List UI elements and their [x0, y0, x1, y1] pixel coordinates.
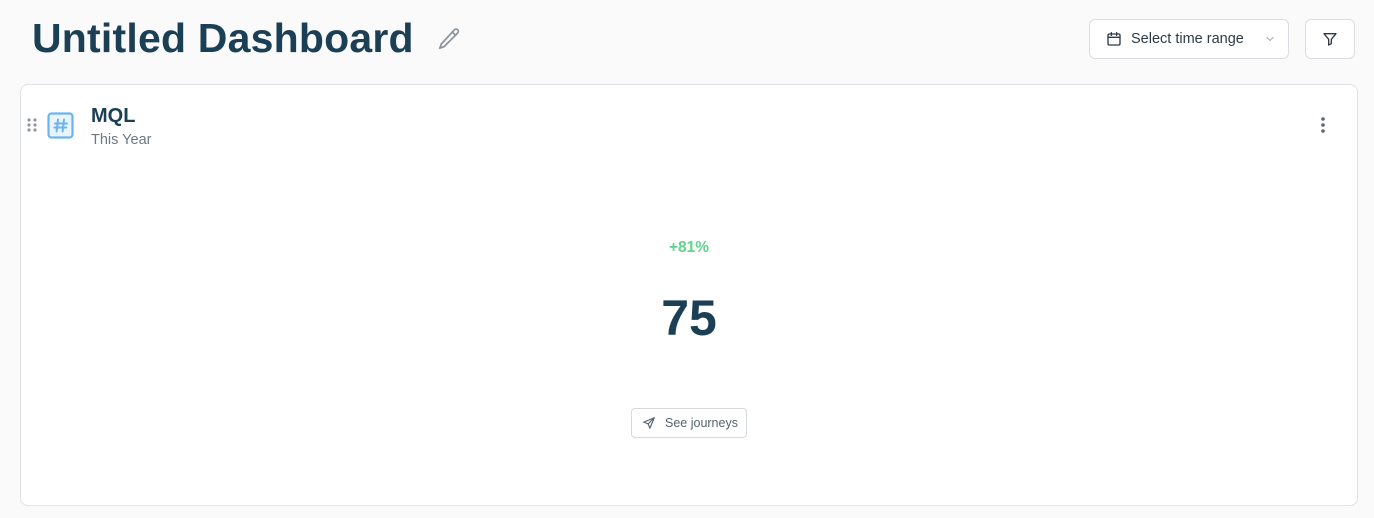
edit-title-button[interactable] — [434, 24, 464, 54]
filter-icon — [1323, 33, 1337, 46]
see-journeys-button[interactable]: See journeys — [631, 408, 747, 438]
more-vertical-icon — [1321, 117, 1325, 133]
drag-handle[interactable] — [26, 117, 38, 133]
pencil-icon — [438, 28, 460, 50]
card-menu-button[interactable] — [1312, 113, 1334, 137]
metric-value: 75 — [661, 290, 717, 346]
card-title: MQL — [91, 105, 136, 127]
metric-card: MQL This Year +81% 75 See journeys — [20, 84, 1358, 506]
card-subtitle: This Year — [91, 132, 152, 148]
divider — [28, 505, 1354, 506]
drag-handle-icon — [27, 118, 37, 132]
time-range-label: Select time range — [1131, 31, 1244, 47]
filter-button[interactable] — [1305, 19, 1355, 59]
time-range-select[interactable]: Select time range — [1089, 19, 1289, 59]
send-icon — [643, 417, 655, 429]
calendar-icon — [1107, 31, 1121, 46]
change-percentage: +81% — [668, 239, 710, 256]
dashboard-page: Untitled Dashboard Select time range MQL… — [0, 0, 1374, 518]
chevron-down-icon — [1266, 36, 1274, 42]
hash-icon — [47, 112, 74, 139]
see-journeys-label: See journeys — [665, 416, 738, 430]
dashboard-title: Untitled Dashboard — [32, 15, 414, 61]
